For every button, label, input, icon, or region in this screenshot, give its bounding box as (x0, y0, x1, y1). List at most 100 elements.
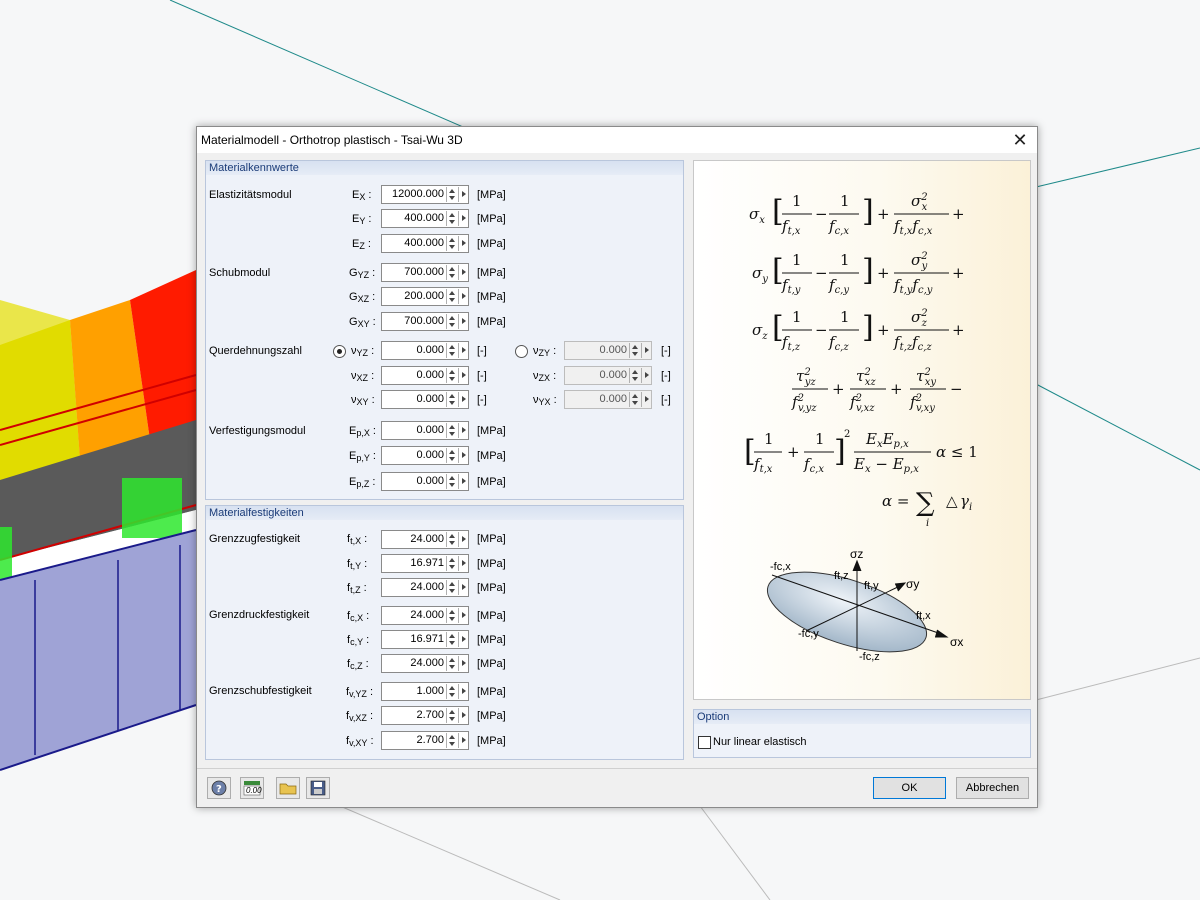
fty-arrow-button[interactable] (458, 556, 468, 571)
svg-text:σy: σy (752, 264, 768, 285)
verfestigungsmodul-label: Verfestigungsmodul (209, 425, 306, 437)
svg-text:ft,yfc,y: ft,yfc,y (893, 276, 933, 296)
ftz-field[interactable]: 24.000 (381, 578, 469, 597)
epx-field[interactable]: 0.000 (381, 421, 469, 440)
fcz-arrow-button[interactable] (458, 656, 468, 671)
open-button[interactable] (276, 777, 300, 799)
svg-text:Ex − Ep,x: Ex − Ep,x (853, 455, 919, 475)
sigma-z-label: σz (850, 547, 864, 561)
fvxz-spinner[interactable] (446, 708, 458, 723)
gxz-arrow-button[interactable] (458, 289, 468, 304)
fcy-arrow-button[interactable] (458, 632, 468, 647)
linear-elastic-checkbox[interactable] (698, 736, 711, 749)
vxz-arrow-button[interactable] (458, 368, 468, 383)
vyz-radio[interactable] (333, 345, 346, 358)
gxy-arrow-button[interactable] (458, 314, 468, 329)
cancel-button[interactable]: Abbrechen (956, 777, 1029, 799)
ez-field[interactable]: 400.000 (381, 234, 469, 253)
epx-arrow-button[interactable] (458, 423, 468, 438)
fvxz-arrow-button[interactable] (458, 708, 468, 723)
ey-field[interactable]: 400.000 (381, 209, 469, 228)
fcy-field[interactable]: 16.971 (381, 630, 469, 649)
fty-spinner[interactable] (446, 556, 458, 571)
epz-field[interactable]: 0.000 (381, 472, 469, 491)
save-button[interactable] (306, 777, 330, 799)
vyz-field[interactable]: 0.000 (381, 341, 469, 360)
material-params-header: Materialkennwerte (206, 161, 683, 175)
ez-arrow-button[interactable] (458, 236, 468, 251)
linear-elastic-label[interactable]: Nur linear elastisch (713, 736, 807, 748)
gyz-field[interactable]: 700.000 (381, 263, 469, 282)
ex-unit: [MPa] (477, 189, 506, 201)
vxz-field[interactable]: 0.000 (381, 366, 469, 385)
vzy-field: 0.000 (564, 341, 652, 360)
fvxz-unit: [MPa] (477, 710, 506, 722)
gxz-spinner[interactable] (446, 289, 458, 304)
ftx-field[interactable]: 24.000 (381, 530, 469, 549)
gyz-spinner[interactable] (446, 265, 458, 280)
vyz-spinner[interactable] (446, 343, 458, 358)
fcz-spinner[interactable] (446, 656, 458, 671)
vxy-arrow-button[interactable] (458, 392, 468, 407)
ey-spinner[interactable] (446, 211, 458, 226)
svg-text:fc,x: fc,x (828, 217, 849, 237)
ez-spinner[interactable] (446, 236, 458, 251)
fcx-spinner[interactable] (446, 608, 458, 623)
ok-button[interactable]: OK (873, 777, 946, 799)
ex-arrow-button[interactable] (458, 187, 468, 202)
sigma-y-label: σy (906, 577, 920, 591)
epz-spinner[interactable] (446, 474, 458, 489)
vxy-field[interactable]: 0.000 (381, 390, 469, 409)
fcy-spinner[interactable] (446, 632, 458, 647)
gyz-arrow-button[interactable] (458, 265, 468, 280)
units-decimals-button[interactable]: 0.00 (240, 777, 264, 799)
close-icon[interactable]: ✕ (1009, 129, 1031, 151)
svg-text:τ2xz: τ2 xz (856, 367, 876, 388)
sigma-x-label: σx (950, 635, 964, 649)
fvyz-arrow-button[interactable] (458, 684, 468, 699)
vzy-radio[interactable] (515, 345, 528, 358)
svg-text:1: 1 (840, 251, 850, 269)
vxz-unit: [-] (477, 370, 487, 382)
epy-field[interactable]: 0.000 (381, 446, 469, 465)
fvyz-field[interactable]: 1.000 (381, 682, 469, 701)
ez-symbol: EZ : (352, 238, 371, 251)
fcz-field[interactable]: 24.000 (381, 654, 469, 673)
ftx-spinner[interactable] (446, 532, 458, 547)
ex-field[interactable]: 12000.000 (381, 185, 469, 204)
gyz-symbol: GYZ : (349, 267, 376, 280)
ftx-arrow-button[interactable] (458, 532, 468, 547)
ey-arrow-button[interactable] (458, 211, 468, 226)
fty-symbol: ft,Y : (347, 558, 368, 571)
vzy-unit: [-] (661, 345, 671, 357)
vxy-spinner[interactable] (446, 392, 458, 407)
epz-arrow-button[interactable] (458, 474, 468, 489)
vyz-arrow-button[interactable] (458, 343, 468, 358)
help-button[interactable]: ? (207, 777, 231, 799)
fvxy-spinner[interactable] (446, 733, 458, 748)
epy-spinner[interactable] (446, 448, 458, 463)
svg-text:σ2z: σ2 z (911, 308, 928, 329)
gxz-unit: [MPa] (477, 291, 506, 303)
ftz-arrow-button[interactable] (458, 580, 468, 595)
gxy-field[interactable]: 700.000 (381, 312, 469, 331)
svg-text:+: + (877, 264, 890, 282)
fvxy-arrow-button[interactable] (458, 733, 468, 748)
fvyz-spinner[interactable] (446, 684, 458, 699)
epx-spinner[interactable] (446, 423, 458, 438)
gxz-field[interactable]: 200.000 (381, 287, 469, 306)
fty-field[interactable]: 16.971 (381, 554, 469, 573)
ftz-spinner[interactable] (446, 580, 458, 595)
folder-open-icon (279, 783, 297, 795)
epy-arrow-button[interactable] (458, 448, 468, 463)
vxz-spinner[interactable] (446, 368, 458, 383)
fvxy-field[interactable]: 2.700 (381, 731, 469, 750)
fvxz-field[interactable]: 2.700 (381, 706, 469, 725)
svg-text:fc,y: fc,y (828, 276, 849, 296)
gxy-spinner[interactable] (446, 314, 458, 329)
ex-symbol: EX : (352, 189, 372, 202)
ex-spinner[interactable] (446, 187, 458, 202)
fcx-field[interactable]: 24.000 (381, 606, 469, 625)
fcx-arrow-button[interactable] (458, 608, 468, 623)
svg-text:σ2y: σ2 y (911, 251, 928, 272)
